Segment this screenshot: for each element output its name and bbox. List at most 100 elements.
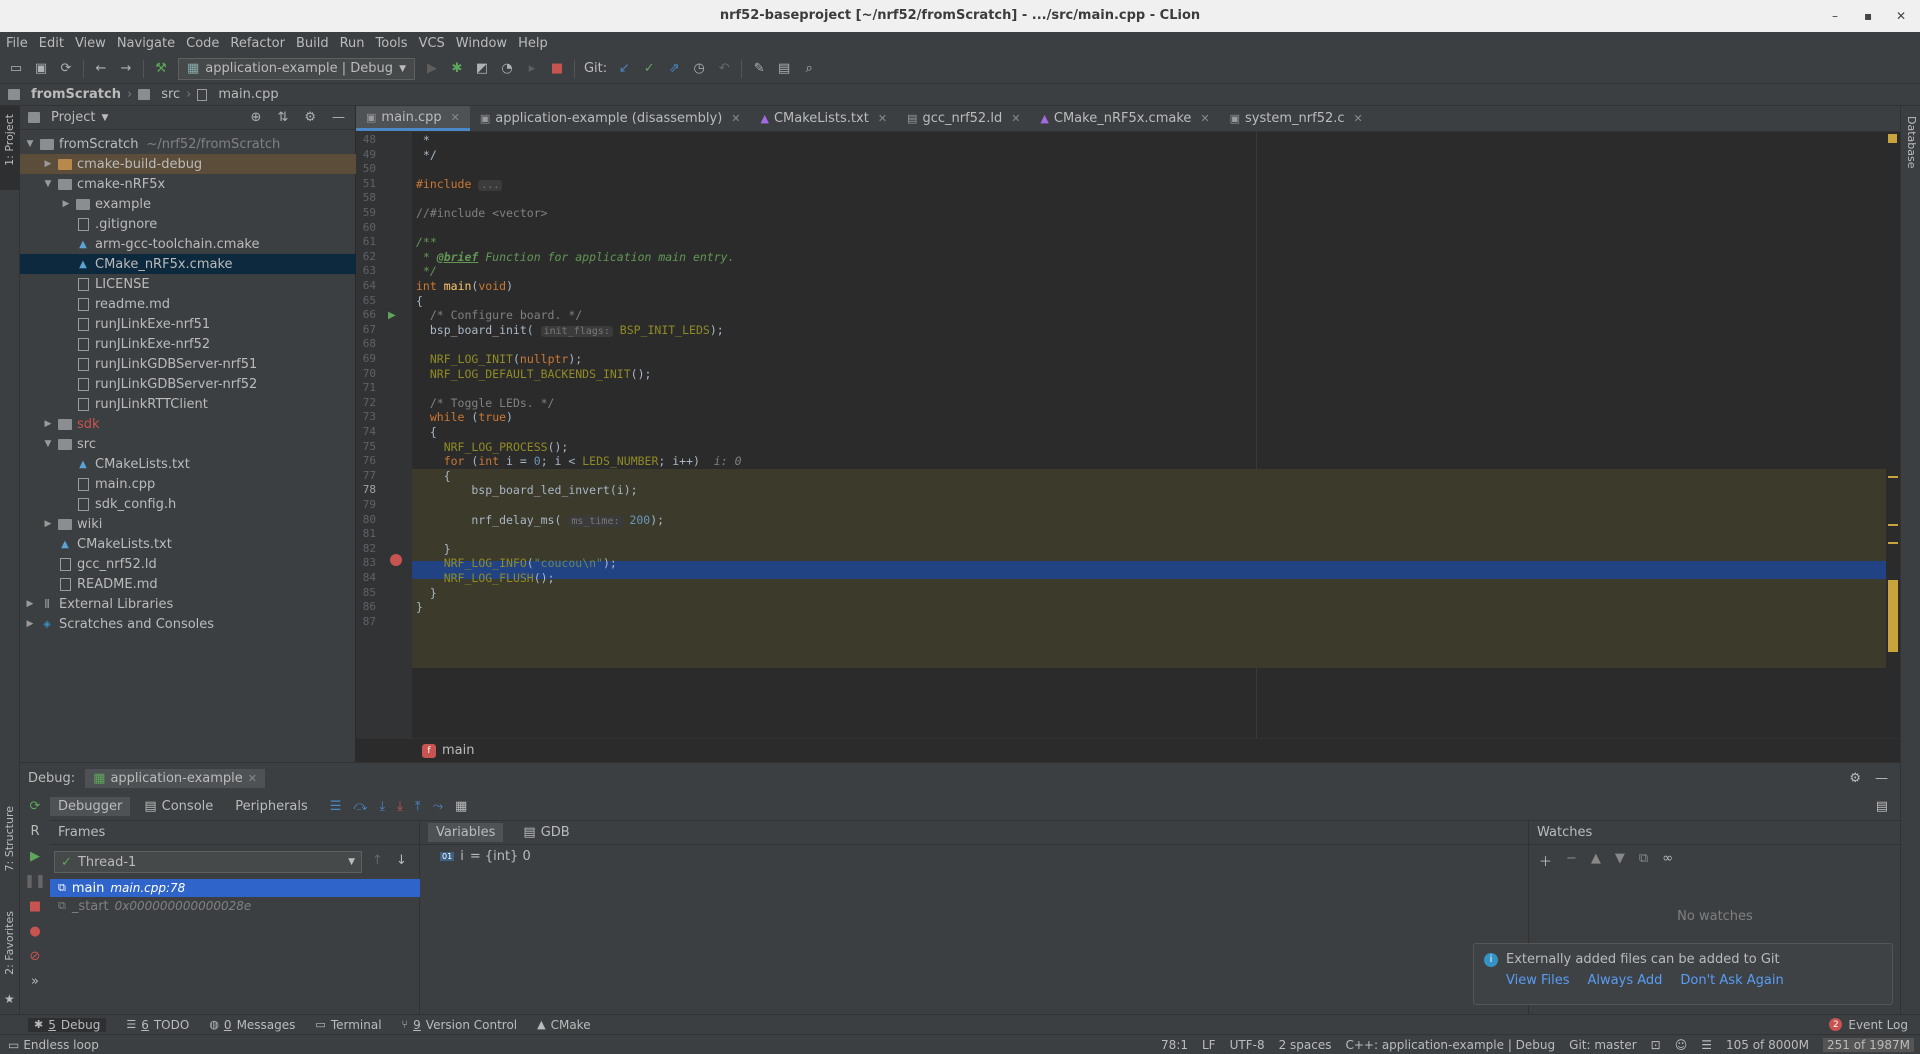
tree-item[interactable]: ▼ fromScratch ~/nrf52/fromScratch [20, 134, 356, 154]
editor-tab[interactable]: ▲ CMake_nRF5x.cmake ✕ [1030, 106, 1219, 131]
collapsed-arrow-icon[interactable]: ▶ [60, 199, 72, 209]
code-line[interactable]: NRF_LOG_INFO("coucou\n"); [416, 556, 617, 570]
menu-run[interactable]: Run [340, 36, 365, 51]
restore-layout-icon[interactable]: R [30, 824, 39, 839]
code-line[interactable]: NRF_LOG_FLUSH(); [416, 571, 555, 585]
search-icon[interactable]: ⌕ [801, 61, 817, 77]
expanded-arrow-icon[interactable]: ▼ [42, 179, 54, 189]
close-icon[interactable]: ✕ [1896, 0, 1906, 32]
breadcrumb-file[interactable]: main.cpp [218, 87, 278, 102]
remove-watch-icon[interactable]: − [1566, 851, 1577, 870]
database-tool-label[interactable]: Database [1905, 116, 1918, 169]
git-history-icon[interactable]: ◷ [691, 61, 707, 77]
lock-icon[interactable]: ⊡ [1651, 1038, 1661, 1052]
tree-item[interactable]: ▶ wiki [20, 514, 356, 534]
breakpoint-icon[interactable] [390, 554, 402, 566]
forward-icon[interactable]: → [118, 61, 134, 77]
profile-icon[interactable]: ◔ [499, 61, 515, 77]
tree-item[interactable]: README.md [20, 574, 356, 594]
code-line[interactable]: } [416, 600, 423, 614]
close-tab-icon[interactable]: ✕ [1354, 112, 1363, 125]
more-icon[interactable]: » [31, 974, 39, 989]
breadcrumb-project[interactable]: fromScratch [31, 87, 121, 102]
close-tab-icon[interactable]: ✕ [248, 772, 257, 785]
duplicate-icon[interactable]: ⧉ [1639, 851, 1648, 870]
scroll-marker[interactable] [1888, 580, 1898, 652]
git-push-icon[interactable]: ⇗ [666, 61, 682, 77]
menu-edit[interactable]: Edit [39, 36, 64, 51]
gear-icon[interactable]: ⚙ [1849, 771, 1861, 786]
inspection-status-icon[interactable] [1888, 134, 1897, 143]
tool-tab-messages[interactable]: ◍ 0 Messages [209, 1018, 295, 1032]
breadcrumb-folder[interactable]: src [161, 87, 180, 102]
settings-wrench-icon[interactable]: ✎ [751, 61, 767, 77]
close-tab-icon[interactable]: ✕ [1200, 112, 1209, 125]
show-execution-point-icon[interactable]: ☰ [330, 799, 342, 814]
code-line[interactable]: int main(void) [416, 279, 513, 293]
memory-indicator-1[interactable]: 105 of 8000M [1726, 1038, 1809, 1052]
tree-item[interactable]: runJLinkExe-nrf51 [20, 314, 356, 334]
code-line[interactable]: bsp_board_init( init_flags: BSP_INIT_LED… [416, 323, 724, 337]
code-line[interactable]: /** [416, 235, 437, 249]
variable-row[interactable]: 01 i = {int} 0 [440, 849, 1528, 864]
indent-setting[interactable]: 2 spaces [1279, 1038, 1332, 1052]
code-editor[interactable]: 48 49 50 51 58 59 60 61 62 63 64 65 66 67 68 69 70 71 72 73… [356, 132, 1900, 738]
run-gutter-icon[interactable]: ▶ [388, 310, 396, 321]
git-update-icon[interactable]: ↙ [616, 61, 632, 77]
tree-item[interactable]: ▲ CMakeLists.txt [20, 454, 356, 474]
editor-breadcrumb-function[interactable]: main [442, 743, 474, 758]
close-tab-icon[interactable]: ✕ [878, 112, 887, 125]
rerun-icon[interactable]: ⟳ [30, 799, 41, 814]
chevron-down-icon[interactable]: ▼ [101, 113, 108, 123]
code-line[interactable]: /* Toggle LEDs. */ [416, 396, 555, 410]
move-up-icon[interactable]: ▲ [1591, 851, 1601, 870]
locate-icon[interactable]: ⊕ [251, 110, 262, 125]
menu-vcs[interactable]: VCS [419, 36, 445, 51]
caret-position[interactable]: 78:1 [1161, 1038, 1188, 1052]
code-line[interactable]: { [416, 425, 437, 439]
open-folder-icon[interactable]: ▭ [8, 61, 24, 77]
step-into-icon[interactable]: ⤓ [379, 799, 385, 814]
tree-item[interactable]: ▶ ◈ Scratches and Consoles [20, 614, 356, 634]
view-files-link[interactable]: View Files [1506, 973, 1570, 988]
expanded-arrow-icon[interactable]: ▼ [24, 139, 36, 149]
menu-code[interactable]: Code [186, 36, 219, 51]
code-line[interactable]: #include ... [416, 177, 503, 191]
menu-tools[interactable]: Tools [376, 36, 408, 51]
tree-item[interactable]: ▶ cmake-build-debug [20, 154, 356, 174]
menu-navigate[interactable]: Navigate [117, 36, 175, 51]
maximize-icon[interactable]: ▪ [1864, 0, 1872, 32]
tab-console[interactable]: ▤ Console [136, 797, 221, 816]
editor-tab[interactable]: ▲ CMakeLists.txt ✕ [751, 106, 898, 131]
code-line[interactable]: NRF_LOG_INIT(nullptr); [416, 352, 582, 366]
back-icon[interactable]: ← [93, 61, 109, 77]
previous-frame-icon[interactable]: ↑ [372, 853, 383, 868]
hide-panel-icon[interactable]: — [332, 110, 345, 125]
run-to-cursor-icon[interactable]: ⤳ [433, 799, 443, 814]
tree-item[interactable]: ▲ CMakeLists.txt [20, 534, 356, 554]
tool-tab-terminal[interactable]: ▭ Terminal [315, 1018, 381, 1032]
code-line[interactable]: } [416, 542, 451, 556]
gear-icon[interactable]: ⚙ [304, 110, 316, 125]
attach-icon[interactable]: ▸ [524, 61, 540, 77]
show-watches-icon[interactable]: ∞ [1662, 851, 1673, 870]
tree-item[interactable]: runJLinkRTTClient [20, 394, 356, 414]
editor-tab[interactable]: ▣ system_nrf52.c ✕ [1220, 106, 1373, 131]
code-line[interactable]: { [416, 294, 423, 308]
force-step-into-icon[interactable]: ⤓ [397, 799, 403, 814]
menu-file[interactable]: File [6, 36, 28, 51]
database-icon[interactable]: ☰ [1701, 1038, 1712, 1052]
tree-item[interactable]: runJLinkGDBServer-nrf52 [20, 374, 356, 394]
tool-tab-debug[interactable]: ✱ 5 Debug [28, 1017, 107, 1032]
evaluate-icon[interactable]: ▦ [455, 799, 467, 814]
pause-icon[interactable]: ❚❚ [24, 874, 46, 889]
always-add-link[interactable]: Always Add [1588, 973, 1663, 988]
scroll-marker[interactable] [1888, 524, 1898, 526]
tree-item[interactable]: main.cpp [20, 474, 356, 494]
collapse-all-icon[interactable]: ⇅ [277, 110, 288, 125]
editor-tab[interactable]: ▤ gcc_nrf52.ld ✕ [897, 106, 1030, 131]
tree-item[interactable]: ▶ ⫼ External Libraries [20, 594, 356, 614]
code-line[interactable]: */ [416, 264, 437, 278]
step-out-icon[interactable]: ⤒ [415, 799, 421, 814]
expanded-arrow-icon[interactable]: ▼ [42, 439, 54, 449]
